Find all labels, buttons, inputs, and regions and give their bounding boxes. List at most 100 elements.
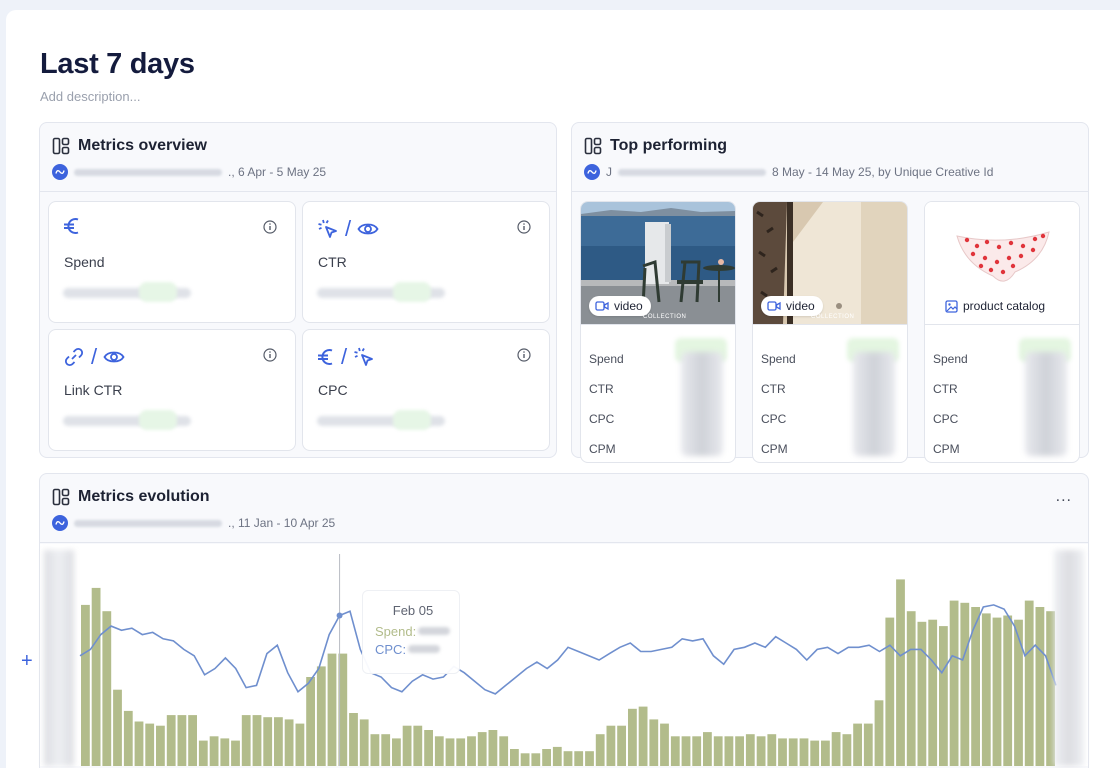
spend-bar[interactable] <box>295 723 305 766</box>
spend-bar[interactable] <box>713 736 723 766</box>
spend-bar[interactable] <box>220 738 230 766</box>
metric-card-link-ctr[interactable]: / Link CTR <box>48 329 296 451</box>
spend-bar[interactable] <box>992 617 1002 766</box>
spend-bar[interactable] <box>724 736 734 766</box>
spend-bar[interactable] <box>874 700 884 766</box>
spend-bar[interactable] <box>166 715 176 766</box>
spend-bar[interactable] <box>499 736 509 766</box>
spend-bar[interactable] <box>681 736 691 766</box>
spend-bar[interactable] <box>670 736 680 766</box>
spend-bar[interactable] <box>263 717 273 766</box>
spend-bar[interactable] <box>445 738 455 766</box>
info-icon[interactable] <box>517 220 531 234</box>
description-input[interactable]: Add description... <box>40 89 140 104</box>
spend-bar[interactable] <box>145 723 155 766</box>
spend-bar[interactable] <box>574 751 584 766</box>
spend-bar[interactable] <box>692 736 702 766</box>
spend-bar[interactable] <box>327 653 337 766</box>
spend-bar[interactable] <box>434 736 444 766</box>
spend-bar[interactable] <box>102 611 112 766</box>
spend-bar[interactable] <box>349 713 358 766</box>
spend-bar[interactable] <box>896 579 905 766</box>
spend-bar[interactable] <box>156 725 165 766</box>
spend-bar[interactable] <box>735 736 744 766</box>
spend-bar[interactable] <box>563 751 573 766</box>
info-icon[interactable] <box>517 348 531 362</box>
spend-bar[interactable] <box>831 732 841 766</box>
creative-card[interactable]: product catalog Spend CTR CPC CPM <box>924 201 1080 463</box>
spend-bar[interactable] <box>788 738 798 766</box>
spend-bar[interactable] <box>863 723 873 766</box>
spend-bar[interactable] <box>552 746 562 766</box>
metric-card-ctr[interactable]: / CTR <box>302 201 550 323</box>
spend-bar[interactable] <box>520 753 530 766</box>
spend-bar[interactable] <box>799 738 809 766</box>
add-widget-button[interactable]: + <box>21 651 33 671</box>
spend-bar[interactable] <box>810 740 820 766</box>
spend-bar[interactable] <box>906 611 916 766</box>
spend-bar[interactable] <box>1024 600 1034 766</box>
spend-bar[interactable] <box>949 600 959 766</box>
chart-svg[interactable] <box>40 544 1088 766</box>
spend-bar[interactable] <box>392 738 401 766</box>
spend-bar[interactable] <box>241 715 251 766</box>
spend-bar[interactable] <box>928 619 938 766</box>
spend-bar[interactable] <box>939 626 948 766</box>
spend-bar[interactable] <box>649 719 659 766</box>
spend-bar[interactable] <box>359 719 369 766</box>
spend-bar[interactable] <box>381 734 391 766</box>
spend-bar[interactable] <box>370 734 380 766</box>
spend-bar[interactable] <box>981 613 991 766</box>
spend-bar[interactable] <box>477 732 487 766</box>
spend-bar[interactable] <box>306 677 315 766</box>
spend-bar[interactable] <box>767 734 777 766</box>
spend-bar[interactable] <box>488 730 498 766</box>
spend-bar[interactable] <box>81 604 90 766</box>
spend-bar[interactable] <box>467 736 476 766</box>
spend-bar[interactable] <box>778 738 787 766</box>
spend-bar[interactable] <box>638 706 648 766</box>
spend-bar[interactable] <box>134 721 144 767</box>
spend-bar[interactable] <box>703 732 712 766</box>
more-options-button[interactable]: ... <box>1056 488 1072 506</box>
spend-bar[interactable] <box>542 749 551 766</box>
info-icon[interactable] <box>263 348 277 362</box>
spend-bar[interactable] <box>510 749 519 766</box>
metric-card-cpc[interactable]: / CPC <box>302 329 550 451</box>
spend-bar[interactable] <box>821 740 830 766</box>
spend-bar[interactable] <box>1003 615 1013 767</box>
spend-bar[interactable] <box>585 751 594 766</box>
spend-bar[interactable] <box>842 734 852 766</box>
spend-bar[interactable] <box>284 719 294 766</box>
spend-bar[interactable] <box>628 708 637 766</box>
spend-bar[interactable] <box>123 710 133 766</box>
page-title[interactable]: Last 7 days <box>40 48 195 81</box>
info-icon[interactable] <box>263 220 277 234</box>
creative-card[interactable]: video COLLECTION Spend CTR CPC CPM <box>752 201 908 463</box>
spend-bar[interactable] <box>531 753 541 766</box>
spend-bar[interactable] <box>917 621 927 766</box>
spend-bar[interactable] <box>745 734 755 766</box>
spend-bar[interactable] <box>456 738 466 766</box>
spend-bar[interactable] <box>960 602 970 766</box>
spend-bar[interactable] <box>885 617 895 766</box>
spend-bar[interactable] <box>316 666 326 766</box>
spend-bar[interactable] <box>617 725 626 766</box>
spend-bar[interactable] <box>1035 607 1045 766</box>
spend-bar[interactable] <box>660 723 669 766</box>
metric-card-spend[interactable]: Spend <box>48 201 296 323</box>
spend-bar[interactable] <box>177 715 187 766</box>
spend-bar[interactable] <box>91 587 101 766</box>
spend-bar[interactable] <box>853 723 862 766</box>
spend-bar[interactable] <box>198 740 208 766</box>
creative-card[interactable]: video COLLECTION Spend CTR CPC CPM <box>580 201 736 463</box>
spend-bar[interactable] <box>231 740 240 766</box>
spend-bar[interactable] <box>402 725 412 766</box>
spend-bar[interactable] <box>252 715 262 766</box>
spend-bar[interactable] <box>606 725 616 766</box>
spend-bar[interactable] <box>424 730 433 766</box>
spend-bar[interactable] <box>595 734 605 766</box>
spend-bar[interactable] <box>113 689 122 766</box>
spend-bar[interactable] <box>274 717 283 766</box>
spend-bar[interactable] <box>188 715 197 766</box>
